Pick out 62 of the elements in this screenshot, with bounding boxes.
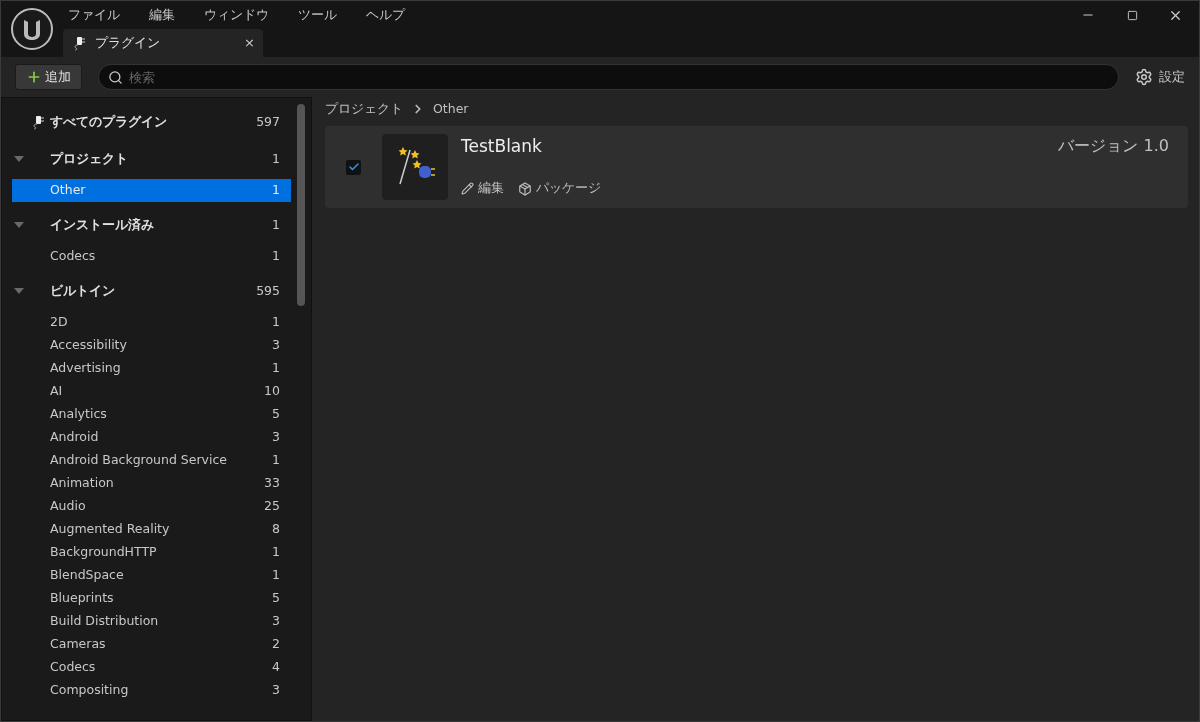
logo-icon bbox=[10, 7, 54, 51]
package-icon bbox=[518, 181, 532, 196]
category-item[interactable]: Blueprints 5 bbox=[12, 587, 291, 610]
tab-close-button[interactable]: × bbox=[244, 33, 255, 53]
menu-item[interactable]: ウィンドウ bbox=[199, 5, 274, 25]
plugin-name: TestBlank bbox=[461, 135, 542, 158]
plug-icon bbox=[30, 114, 46, 130]
breadcrumb-item[interactable]: Other bbox=[433, 99, 469, 119]
check-icon bbox=[347, 161, 360, 173]
category-item[interactable]: BlendSpace 1 bbox=[12, 564, 291, 587]
scrollbar-thumb[interactable] bbox=[297, 104, 305, 306]
category-count: 1 bbox=[272, 215, 280, 234]
all-plugins-item[interactable]: すべてのプラグイン 597 bbox=[12, 102, 291, 142]
wand-plug-icon bbox=[382, 134, 448, 200]
plugin-version: バージョン 1.0 bbox=[1058, 135, 1169, 157]
menu-item[interactable]: ツール bbox=[293, 5, 342, 25]
enable-checkbox[interactable] bbox=[346, 159, 361, 175]
menu-item[interactable]: ヘルプ bbox=[361, 5, 410, 25]
plug-icon bbox=[71, 35, 87, 51]
category-item[interactable]: Analytics 5 bbox=[12, 403, 291, 426]
category-header[interactable]: インストール済み 1 bbox=[12, 208, 291, 242]
menu-item[interactable]: 編集 bbox=[144, 5, 180, 25]
add-button[interactable]: 追加 bbox=[15, 64, 82, 90]
category-item[interactable]: Android 3 bbox=[12, 426, 291, 449]
category-item[interactable]: Animation 33 bbox=[12, 472, 291, 495]
category-item[interactable]: 2D 1 bbox=[12, 311, 291, 334]
category-item[interactable]: Audio 25 bbox=[12, 495, 291, 518]
plugins-tab[interactable]: プラグイン × bbox=[63, 29, 263, 57]
category-item[interactable]: Compositing 3 bbox=[12, 679, 291, 702]
search-field[interactable]: 検索 bbox=[98, 64, 1119, 90]
category-item[interactable]: Accessibility 3 bbox=[12, 334, 291, 357]
menu-item[interactable]: ファイル bbox=[63, 5, 125, 25]
category-count: 1 bbox=[272, 149, 280, 168]
expand-triangle-icon[interactable] bbox=[14, 287, 24, 295]
breadcrumb-item[interactable]: プロジェクト bbox=[325, 99, 403, 119]
category-item[interactable]: Advertising 1 bbox=[12, 357, 291, 380]
settings-button[interactable]: 設定 bbox=[1135, 67, 1185, 87]
category-item[interactable]: Other 1 bbox=[12, 179, 291, 202]
package-button[interactable]: パッケージ bbox=[518, 179, 601, 198]
category-item[interactable]: AI 10 bbox=[12, 380, 291, 403]
expand-triangle-icon[interactable] bbox=[14, 221, 24, 229]
plus-icon bbox=[26, 69, 42, 85]
edit-button[interactable]: 編集 bbox=[461, 179, 504, 198]
category-item[interactable]: Android Background Service 1 bbox=[12, 449, 291, 472]
category-title: インストール済み bbox=[50, 215, 155, 234]
category-item[interactable]: Cameras 2 bbox=[12, 633, 291, 656]
category-item[interactable]: Codecs 4 bbox=[12, 656, 291, 679]
category-title: プロジェクト bbox=[50, 149, 129, 168]
expand-triangle-icon[interactable] bbox=[14, 155, 24, 163]
pencil-icon bbox=[461, 182, 474, 196]
category-header[interactable]: プロジェクト 1 bbox=[12, 142, 291, 176]
category-item[interactable]: BackgroundHTTP 1 bbox=[12, 541, 291, 564]
category-item[interactable]: Augmented Reality 8 bbox=[12, 518, 291, 541]
settings-icon bbox=[1135, 68, 1153, 86]
tab-title: プラグイン bbox=[95, 33, 161, 52]
search-icon bbox=[108, 69, 123, 85]
category-item[interactable]: Build Distribution 3 bbox=[12, 610, 291, 633]
category-item[interactable]: Codecs 1 bbox=[12, 245, 291, 268]
category-count: 595 bbox=[256, 281, 280, 300]
category-title: ビルトイン bbox=[50, 281, 116, 300]
category-header[interactable]: ビルトイン 595 bbox=[12, 274, 291, 308]
maximize-icon[interactable] bbox=[1127, 9, 1138, 21]
